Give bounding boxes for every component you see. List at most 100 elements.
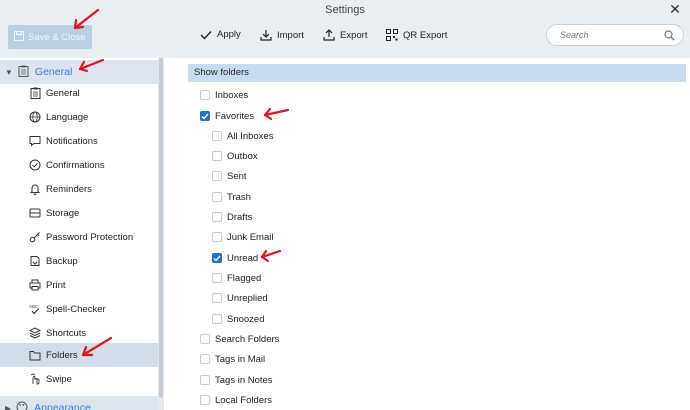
printer-icon xyxy=(28,278,42,292)
import-icon xyxy=(260,30,272,41)
option-label: Unreplied xyxy=(227,292,268,304)
snoozed-checkbox[interactable] xyxy=(212,314,222,324)
sidebar-item-password-protection[interactable]: Password Protection xyxy=(0,225,158,249)
favorites-checkbox[interactable] xyxy=(200,111,210,121)
sidebar-item-label: General xyxy=(46,87,80,99)
unread-checkbox[interactable] xyxy=(212,253,222,263)
scrollbar-thumb[interactable] xyxy=(159,58,163,398)
sidebar: ▼ General General Language Notifications… xyxy=(0,58,158,410)
option-inboxes[interactable]: Inboxes xyxy=(200,85,248,105)
sidebar-section-appearance[interactable]: ▶ Appearance xyxy=(0,396,158,410)
outbox-checkbox[interactable] xyxy=(212,151,222,161)
option-label: All Inboxes xyxy=(227,130,274,142)
title-bar: Settings ✕ xyxy=(0,0,690,22)
checkmark-icon xyxy=(201,113,209,120)
sidebar-item-confirmations[interactable]: Confirmations xyxy=(0,153,158,177)
option-label: Junk Email xyxy=(227,231,274,243)
clipboard-icon xyxy=(28,86,42,100)
main-panel: Show folders Inboxes Favorites All Inbox… xyxy=(164,58,690,410)
apply-label: Apply xyxy=(217,29,241,40)
import-label: Import xyxy=(277,29,304,41)
sidebar-item-spell-checker[interactable]: ABC Spell-Checker xyxy=(0,297,158,321)
drafts-checkbox[interactable] xyxy=(212,212,222,222)
option-label: Local Folders xyxy=(215,394,273,406)
sidebar-item-reminders[interactable]: Reminders xyxy=(0,177,158,201)
option-favorites[interactable]: Favorites xyxy=(200,106,254,126)
sidebar-item-label: Spell-Checker xyxy=(46,303,106,315)
option-sent[interactable]: Sent xyxy=(212,166,247,186)
chevron-right-icon[interactable]: ▶ xyxy=(5,404,11,410)
save-close-button[interactable]: Save & Close xyxy=(8,25,92,49)
sidebar-item-label: Shortcuts xyxy=(46,327,87,339)
sidebar-item-label: Password Protection xyxy=(46,231,134,243)
flagged-checkbox[interactable] xyxy=(212,273,222,283)
close-window-button[interactable]: ✕ xyxy=(666,0,684,18)
option-trash[interactable]: Trash xyxy=(212,187,251,207)
search-icon[interactable] xyxy=(664,29,675,41)
option-tags-in-mail[interactable]: Tags in Mail xyxy=(200,349,265,369)
apply-button[interactable]: Apply xyxy=(200,29,241,40)
local-folders-checkbox[interactable] xyxy=(200,395,210,405)
search-box[interactable] xyxy=(546,24,684,46)
inboxes-checkbox[interactable] xyxy=(200,90,210,100)
sidebar-item-storage[interactable]: Storage xyxy=(0,201,158,225)
checkmark-icon xyxy=(200,30,212,40)
save-close-label: Save & Close xyxy=(28,31,86,43)
clipboard-icon xyxy=(18,65,29,80)
show-folders-header: Show folders xyxy=(188,64,686,82)
check-circle-icon xyxy=(28,158,42,172)
option-label: Favorites xyxy=(215,110,255,122)
option-tags-in-notes[interactable]: Tags in Notes xyxy=(200,370,273,390)
sidebar-item-backup[interactable]: Backup xyxy=(0,249,158,273)
qr-export-button[interactable]: QR Export xyxy=(386,29,447,41)
sidebar-item-swipe[interactable]: Swipe xyxy=(0,367,158,391)
sidebar-item-general[interactable]: General xyxy=(0,81,158,105)
option-drafts[interactable]: Drafts xyxy=(212,207,252,227)
unreplied-checkbox[interactable] xyxy=(212,293,222,303)
option-label: Outbox xyxy=(227,150,258,162)
qr-export-label: QR Export xyxy=(403,29,448,41)
shortcuts-icon xyxy=(28,326,42,340)
trash-checkbox[interactable] xyxy=(212,192,222,202)
option-local-folders[interactable]: Local Folders xyxy=(200,390,272,410)
sidebar-item-label: Swipe xyxy=(46,373,72,385)
tags-in-mail-checkbox[interactable] xyxy=(200,354,210,364)
sidebar-item-language[interactable]: Language xyxy=(0,105,158,129)
export-button[interactable]: Export xyxy=(323,29,367,41)
export-label: Export xyxy=(340,29,368,41)
storage-icon xyxy=(28,206,42,220)
tags-in-notes-checkbox[interactable] xyxy=(200,375,210,385)
chevron-down-icon[interactable]: ▼ xyxy=(5,68,13,77)
option-all-inboxes[interactable]: All Inboxes xyxy=(212,126,273,146)
import-button[interactable]: Import xyxy=(260,29,304,41)
search-folders-checkbox[interactable] xyxy=(200,334,210,344)
backup-icon xyxy=(28,254,42,268)
sidebar-section-label: Appearance xyxy=(34,402,91,410)
sidebar-item-label: Folders xyxy=(46,349,78,361)
option-unread[interactable]: Unread xyxy=(212,248,258,268)
svg-text:ABC: ABC xyxy=(29,304,39,309)
option-label: Flagged xyxy=(227,272,262,284)
option-junk-email[interactable]: Junk Email xyxy=(212,227,273,247)
option-flagged[interactable]: Flagged xyxy=(212,268,261,288)
sent-checkbox[interactable] xyxy=(212,171,222,181)
search-input[interactable] xyxy=(560,30,660,40)
sidebar-item-label: Language xyxy=(46,111,89,123)
option-label: Snoozed xyxy=(227,313,265,325)
palette-icon xyxy=(16,401,28,410)
junk-email-checkbox[interactable] xyxy=(212,232,222,242)
sidebar-item-shortcuts[interactable]: Shortcuts xyxy=(0,321,158,345)
key-icon xyxy=(28,230,42,244)
sidebar-item-print[interactable]: Print xyxy=(0,273,158,297)
all-inboxes-checkbox[interactable] xyxy=(212,131,222,141)
sidebar-item-folders[interactable]: Folders xyxy=(0,343,158,367)
option-label: Inboxes xyxy=(215,89,249,101)
option-search-folders[interactable]: Search Folders xyxy=(200,329,279,349)
globe-icon xyxy=(28,110,42,124)
option-unreplied[interactable]: Unreplied xyxy=(212,288,268,308)
sidebar-item-notifications[interactable]: Notifications xyxy=(0,129,158,153)
option-outbox[interactable]: Outbox xyxy=(212,146,258,166)
option-snoozed[interactable]: Snoozed xyxy=(212,309,265,329)
option-label: Search Folders xyxy=(215,333,280,345)
sidebar-item-label: Print xyxy=(46,279,66,291)
